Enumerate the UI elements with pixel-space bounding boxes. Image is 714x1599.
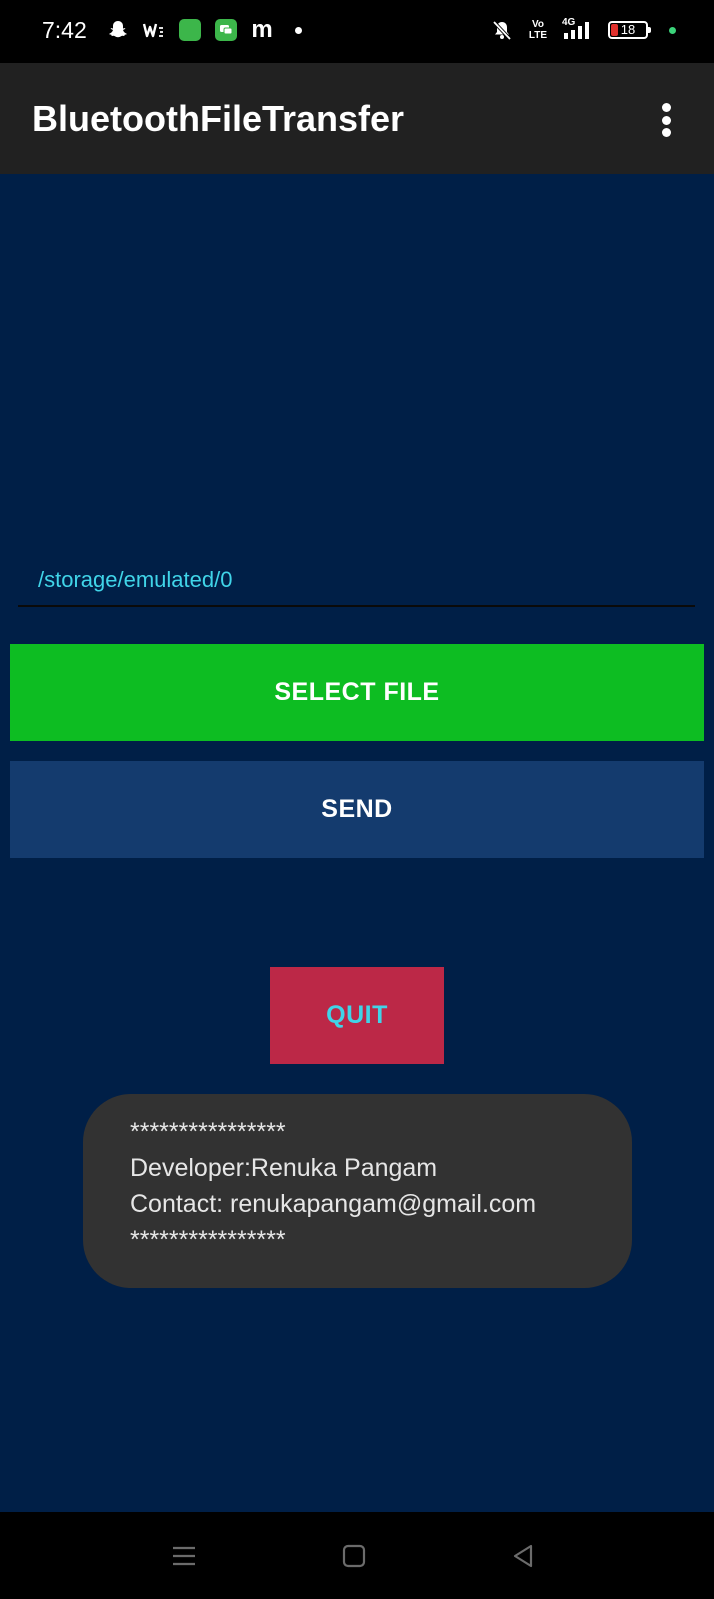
status-left-icons: m (106, 18, 310, 42)
overflow-menu-icon[interactable] (660, 103, 672, 137)
quit-button[interactable]: QUIT (270, 967, 444, 1064)
developer-toast: **************** Developer:Renuka Pangam… (83, 1094, 632, 1288)
file-path-field[interactable]: /storage/emulated/0 (18, 555, 695, 607)
notification-dot (286, 18, 310, 42)
home-icon[interactable] (340, 1542, 368, 1570)
bell-muted-icon (490, 18, 514, 42)
green-app-icon (178, 18, 202, 42)
toast-divider-bottom: **************** (130, 1226, 286, 1254)
messages-icon (214, 18, 238, 42)
toast-contact: Contact: renukapangam@gmail.com (130, 1190, 537, 1218)
battery-icon: 18 (608, 21, 651, 39)
app-bar: BluetoothFileTransfer (0, 63, 714, 174)
back-icon[interactable] (509, 1542, 537, 1570)
battery-level: 18 (620, 22, 636, 37)
volte-icon: Vo LTE (528, 19, 548, 41)
signal-4g-icon: 4G (562, 17, 596, 42)
toast-developer: Developer:Renuka Pangam (130, 1154, 438, 1182)
nav-bar (0, 1512, 714, 1599)
send-button[interactable]: SEND (10, 761, 704, 858)
recent-apps-icon[interactable] (170, 1542, 198, 1570)
green-dot (660, 18, 684, 42)
toast-divider-top: **************** (130, 1118, 286, 1146)
status-bar: 7:42 m Vo LTE 4G 18 (0, 0, 714, 63)
status-time: 7:42 (42, 17, 87, 43)
status-right-icons: Vo LTE 4G 18 (490, 17, 684, 42)
snapchat-icon (106, 18, 130, 42)
wifi-calling-icon (142, 18, 166, 42)
select-file-button[interactable]: SELECT FILE (10, 644, 704, 741)
file-path-text: /storage/emulated/0 (38, 567, 233, 592)
app-title: BluetoothFileTransfer (32, 98, 405, 139)
m-app-icon: m (251, 16, 273, 43)
